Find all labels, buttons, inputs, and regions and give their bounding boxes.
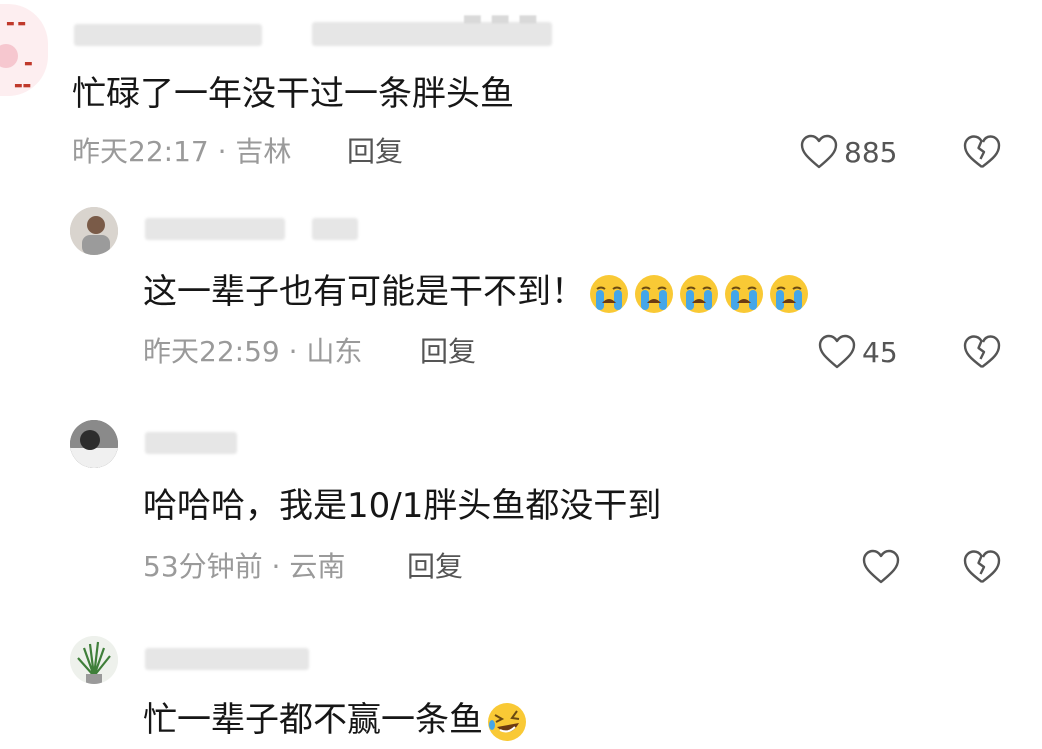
avatar-person-icon <box>70 207 118 255</box>
avatar[interactable] <box>70 420 118 468</box>
meta-separator: · <box>288 335 298 368</box>
avatar-sticker-icon: ▬ ▬ ▬ ▬▬ <box>0 19 33 91</box>
comment-time: 昨天22:59 <box>143 335 280 368</box>
comment-text: 哈哈哈，我是10/1胖头鱼都没干到 <box>143 486 662 526</box>
comment-text: 忙碌了一年没干过一条胖头鱼 <box>72 74 514 114</box>
like-button[interactable]: 885 <box>800 132 897 172</box>
svg-text:▬▬: ▬▬ <box>14 81 31 91</box>
username-redacted <box>145 648 309 670</box>
username-redacted <box>74 24 262 46</box>
like-count: 45 <box>862 335 898 369</box>
like-button[interactable]: 45 <box>818 332 898 372</box>
reply-button[interactable]: 回复 <box>347 136 403 168</box>
broken-heart-icon[interactable] <box>962 547 1002 587</box>
comment-text-body: 这一辈子也有可能是干不到！ <box>143 272 585 312</box>
comment-location: 山东 <box>306 335 363 368</box>
comment-meta: 昨天22:17 · 吉林 <box>72 136 291 168</box>
comment-time: 53分钟前 <box>143 550 263 583</box>
username-redacted <box>145 218 285 240</box>
reply-button[interactable]: 回复 <box>407 551 463 583</box>
heart-icon <box>862 549 900 585</box>
comment-text: 这一辈子也有可能是干不到！ <box>143 272 810 315</box>
rolling-on-floor-laughing-icon <box>486 701 528 743</box>
comment-meta: 53分钟前 · 云南 <box>143 551 345 583</box>
comment-location: 吉林 <box>235 135 292 168</box>
like-count: 885 <box>844 135 898 169</box>
comment-text-body: 忙一辈子都不赢一条鱼 <box>143 700 483 740</box>
loudly-crying-face-icon <box>678 273 720 315</box>
loudly-crying-face-icon <box>588 273 630 315</box>
comment-meta: 昨天22:59 · 山东 <box>143 336 362 368</box>
loudly-crying-face-icon <box>723 273 765 315</box>
comment-text: 忙一辈子都不赢一条鱼 <box>143 700 528 743</box>
reply-button[interactable]: 回复 <box>420 336 476 368</box>
meta-separator: · <box>217 135 227 168</box>
avatar[interactable]: ▬ ▬ ▬ ▬▬ <box>0 4 48 96</box>
comment-location: 云南 <box>289 550 346 583</box>
username-redacted <box>145 432 237 454</box>
loudly-crying-face-icon <box>633 273 675 315</box>
heart-icon <box>818 334 856 370</box>
avatar-photo-icon <box>70 420 118 468</box>
svg-text:▬ ▬: ▬ ▬ <box>6 19 26 29</box>
username-redacted <box>312 218 358 240</box>
svg-text:▬: ▬ <box>24 59 33 69</box>
broken-heart-icon[interactable] <box>962 332 1002 372</box>
broken-heart-icon[interactable] <box>962 132 1002 172</box>
heart-icon <box>800 134 838 170</box>
comment-time: 昨天22:17 <box>72 135 209 168</box>
like-button[interactable] <box>862 547 906 587</box>
avatar-plant-icon <box>70 636 118 684</box>
avatar[interactable] <box>70 207 118 255</box>
avatar[interactable] <box>70 636 118 684</box>
meta-separator: · <box>271 550 281 583</box>
redacted-scribble: ▬ ▬ ▬ <box>462 6 539 31</box>
loudly-crying-face-icon <box>768 273 810 315</box>
